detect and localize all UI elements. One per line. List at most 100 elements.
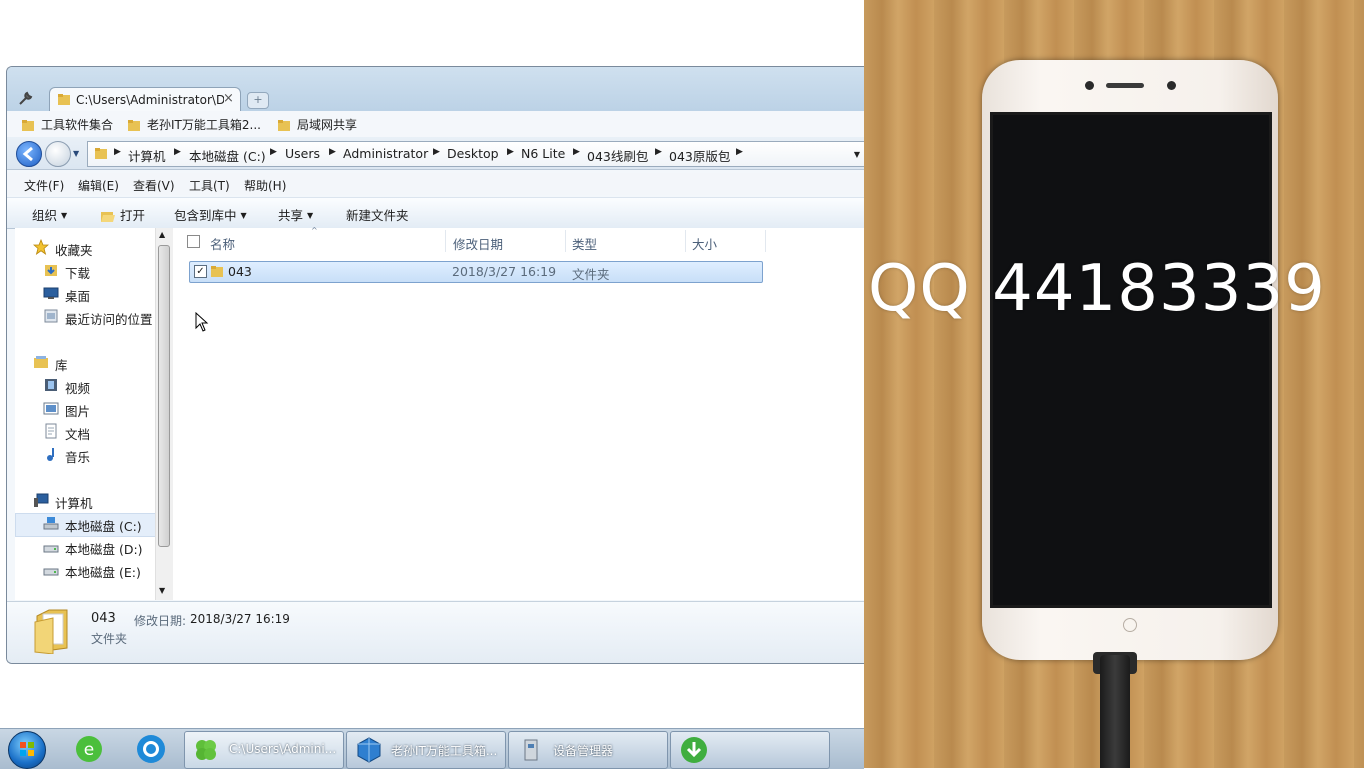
- nav-label: 本地磁盘 (E:): [65, 565, 141, 580]
- details-modified-label: 修改日期:: [134, 614, 187, 628]
- menu-bar: 文件(F) 编辑(E) 查看(V) 工具(T) 帮助(H): [7, 173, 865, 195]
- forward-button[interactable]: [45, 141, 71, 167]
- ie-browser-icon[interactable]: e: [71, 731, 107, 767]
- star-icon: [32, 238, 50, 258]
- back-button[interactable]: [16, 141, 42, 167]
- breadcrumb-separator-icon[interactable]: ▶: [573, 147, 580, 157]
- select-all-checkbox[interactable]: [187, 235, 200, 248]
- phone-screen: [990, 112, 1272, 608]
- taskbar-item-toolbox[interactable]: 老孙IT万能工具箱...: [346, 731, 506, 769]
- breadcrumb-separator-icon[interactable]: ▶: [507, 147, 514, 157]
- breadcrumb-desktop[interactable]: Desktop: [447, 146, 499, 161]
- close-tab-icon[interactable]: ×: [223, 91, 234, 106]
- breadcrumb-043-flash[interactable]: 043线刷包: [587, 146, 648, 165]
- taskbar-item-device-manager[interactable]: 设备管理器: [508, 731, 668, 769]
- music-icon: [43, 446, 59, 465]
- nav-label: 音乐: [65, 450, 91, 465]
- menu-edit[interactable]: 编辑(E): [78, 177, 119, 194]
- menu-view[interactable]: 查看(V): [133, 177, 175, 194]
- favorite-link-tools[interactable]: 工具软件集合: [21, 116, 113, 135]
- system-drive-icon: [43, 515, 59, 534]
- chevron-down-icon: ▼: [240, 211, 247, 220]
- breadcrumb-separator-icon[interactable]: ▶: [736, 147, 743, 157]
- column-header-name[interactable]: 名称: [210, 234, 235, 253]
- clover-icon: [191, 735, 221, 768]
- menu-help[interactable]: 帮助(H): [244, 177, 286, 194]
- scrollbar-thumb[interactable]: [158, 245, 170, 547]
- usb-cable: [1100, 655, 1130, 768]
- taskbar-item-downloader[interactable]: [670, 731, 830, 769]
- column-divider[interactable]: [765, 230, 766, 252]
- folder-icon: [210, 264, 224, 281]
- nav-label: 文档: [65, 427, 91, 442]
- organize-button[interactable]: 组织 ▼: [32, 205, 67, 224]
- favorite-label: 工具软件集合: [41, 118, 114, 132]
- scroll-up-icon[interactable]: ▲: [159, 230, 165, 239]
- wrench-icon[interactable]: [17, 91, 35, 107]
- column-divider[interactable]: [445, 230, 446, 252]
- breadcrumb-separator-icon[interactable]: ▶: [655, 147, 662, 157]
- favorite-link-toolbox[interactable]: 老孙IT万能工具箱2...: [127, 116, 261, 135]
- breadcrumb-users[interactable]: Users: [285, 146, 320, 161]
- taskbar-item-label: C:\Users\Admini...: [229, 742, 337, 756]
- breadcrumb-separator-icon[interactable]: ▶: [329, 147, 336, 157]
- qq-watermark: QQ 44183339: [868, 252, 1326, 326]
- breadcrumb-separator-icon[interactable]: ▶: [174, 147, 181, 157]
- nav-label: 图片: [65, 404, 91, 419]
- scroll-down-icon[interactable]: ▼: [159, 586, 165, 595]
- favorites-bar: 工具软件集合 老孙IT万能工具箱2... 局域网共享: [7, 111, 865, 138]
- open-button[interactable]: 打开: [100, 205, 145, 226]
- tab-explorer[interactable]: C:\Users\Administrator\D ×: [49, 87, 241, 113]
- address-bar[interactable]: ▶ 计算机 ▶ 本地磁盘 (C:) ▶ Users ▶ Administrato…: [87, 141, 865, 167]
- folder-icon: [57, 92, 71, 109]
- column-divider[interactable]: [565, 230, 566, 252]
- favorite-link-lan[interactable]: 局域网共享: [277, 116, 357, 135]
- folder-icon: [21, 118, 35, 135]
- file-row[interactable]: ✓ 043 2018/3/27 16:19 文件夹: [189, 261, 763, 283]
- downloads-folder-icon: [43, 262, 59, 281]
- svg-text:e: e: [84, 740, 94, 760]
- breadcrumb-administrator[interactable]: Administrator: [343, 146, 428, 161]
- favorite-label: 老孙IT万能工具箱2...: [147, 118, 261, 132]
- nav-label: 最近访问的位置: [65, 312, 153, 327]
- sort-ascending-icon: ^: [311, 226, 318, 235]
- taskbar-item-explorer[interactable]: C:\Users\Admini...: [184, 731, 344, 769]
- share-button[interactable]: 共享 ▼: [278, 205, 313, 224]
- chevron-down-icon: ▼: [307, 211, 314, 220]
- column-header-modified[interactable]: 修改日期: [453, 234, 503, 253]
- nav-label: 库: [55, 358, 68, 373]
- phone-photo: QQ 44183339: [864, 0, 1364, 768]
- drive-icon: [43, 538, 59, 557]
- open-folder-icon: [100, 209, 116, 226]
- breadcrumb-043-original[interactable]: 043原版包: [669, 146, 730, 165]
- breadcrumb-separator-icon[interactable]: ▶: [270, 147, 277, 157]
- recent-pages-dropdown-icon[interactable]: ▼: [73, 149, 79, 158]
- address-dropdown-icon[interactable]: ▼: [854, 150, 860, 159]
- browser-pin-icon[interactable]: [133, 731, 169, 767]
- taskbar: e C:\Users\Admini... 老孙IT万能工具箱... 设备管理器: [0, 728, 864, 769]
- new-tab-button[interactable]: +: [247, 92, 269, 109]
- front-camera-icon: [1085, 81, 1094, 90]
- tab-strip: C:\Users\Administrator\D × +: [7, 67, 865, 113]
- new-folder-button[interactable]: 新建文件夹: [346, 205, 409, 224]
- breadcrumb-n6lite[interactable]: N6 Lite: [521, 146, 565, 161]
- menu-file[interactable]: 文件(F): [24, 177, 64, 194]
- nav-label: 计算机: [55, 496, 93, 511]
- column-divider[interactable]: [685, 230, 686, 252]
- include-in-library-button[interactable]: 包含到库中 ▼: [174, 205, 247, 224]
- nav-label: 桌面: [65, 289, 91, 304]
- menu-tools[interactable]: 工具(T): [189, 177, 230, 194]
- drive-icon: [43, 561, 59, 580]
- breadcrumb-separator-icon[interactable]: ▶: [114, 147, 121, 157]
- breadcrumb-computer[interactable]: 计算机: [128, 146, 166, 165]
- start-button[interactable]: [8, 731, 46, 769]
- column-header-size[interactable]: 大小: [692, 234, 717, 253]
- column-header-type[interactable]: 类型: [572, 234, 597, 253]
- breadcrumb-separator-icon[interactable]: ▶: [433, 147, 440, 157]
- breadcrumb-drive-c[interactable]: 本地磁盘 (C:): [189, 146, 266, 165]
- row-checkbox[interactable]: ✓: [194, 265, 207, 278]
- folder-icon: [94, 146, 108, 163]
- nav-label: 下载: [65, 266, 91, 281]
- command-bar: 组织 ▼ 打开 包含到库中 ▼ 共享 ▼ 新建文件夹: [7, 197, 865, 229]
- document-icon: [43, 423, 59, 442]
